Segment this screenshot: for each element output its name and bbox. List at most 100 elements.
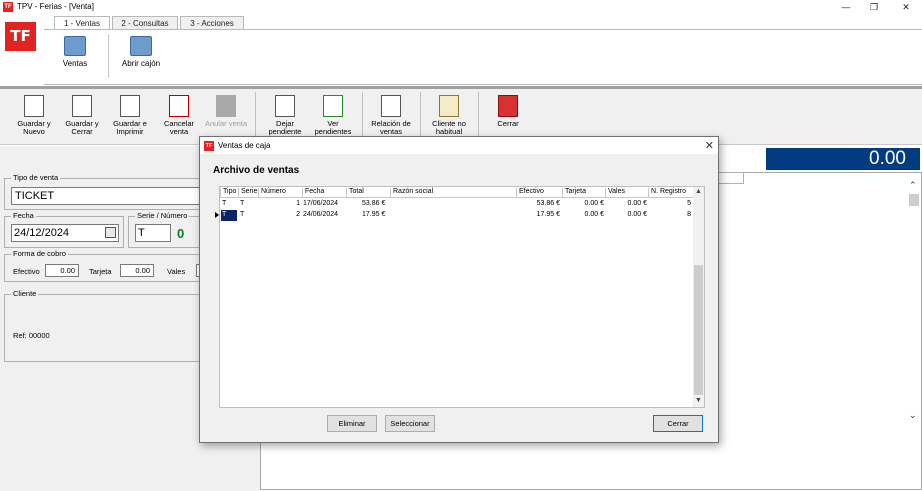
- scroll-up-icon[interactable]: ▲: [695, 188, 702, 195]
- toolbar-separator: [478, 92, 479, 140]
- sales-grid[interactable]: Tipo Serie Número Fecha Total Razón soci…: [215, 186, 705, 408]
- forma-cobro-group: Forma de cobro Efectivo 0.00 Tarjeta 0.0…: [4, 249, 204, 282]
- dialog-app-icon: TF: [204, 141, 214, 151]
- tab-consultas[interactable]: 2 - Consultas: [112, 16, 178, 30]
- numero-value: 0: [177, 226, 185, 241]
- minimize-button[interactable]: —: [836, 1, 856, 13]
- tarjeta-field[interactable]: 0.00: [120, 264, 154, 277]
- close-icon: [498, 95, 518, 117]
- cell-tarjeta: 0.00 €: [584, 200, 604, 207]
- ver-pendientes-button[interactable]: Ver pendientes: [308, 95, 358, 136]
- dialog-cerrar-button[interactable]: Cerrar: [653, 415, 703, 432]
- restore-button[interactable]: ❐: [864, 1, 884, 13]
- cell-fecha: 17/06/2024: [303, 200, 339, 207]
- ventas-de-caja-dialog: TF Ventas de caja ✕ Archivo de ventas Ti…: [199, 136, 719, 443]
- col-numero[interactable]: Número: [258, 188, 302, 198]
- ventas-label: Ventas: [62, 59, 88, 68]
- serie-label: Serie / Número: [135, 211, 190, 220]
- btn-label: Anular venta: [204, 119, 248, 128]
- app-logo: TF: [5, 22, 36, 51]
- dialog-titlebar: TF Ventas de caja ✕: [200, 137, 718, 154]
- cell-efectivo: 17.95 €: [536, 211, 560, 218]
- ribbon-body: Ventas Abrir cajón: [44, 29, 922, 85]
- forma-cobro-label: Forma de cobro: [11, 249, 68, 258]
- void-icon: [216, 95, 236, 117]
- close-window-button[interactable]: ✕: [896, 1, 916, 13]
- btn-label: Imprimir: [116, 127, 144, 136]
- col-n-registro[interactable]: N. Registro: [648, 188, 694, 198]
- calendar-icon[interactable]: [105, 227, 116, 238]
- tarjeta-label: Tarjeta: [89, 267, 112, 276]
- col-razon-social[interactable]: Razón social: [390, 188, 516, 198]
- scroll-down-icon[interactable]: ▼: [695, 397, 702, 404]
- dejar-pendiente-button[interactable]: Dejar pendiente: [260, 95, 310, 136]
- toolbar-separator: [255, 92, 256, 140]
- guardar-imprimir-button[interactable]: Guardar e Imprimir: [105, 95, 155, 136]
- scroll-thumb[interactable]: [909, 194, 919, 206]
- col-total[interactable]: Total: [346, 188, 390, 198]
- btn-label: pendiente: [268, 127, 302, 136]
- table-row[interactable]: T T 1 17/06/2024 53.86 € 53.86 € 0.00 € …: [220, 199, 694, 210]
- cell-fecha: 24/06/2024: [303, 211, 339, 218]
- col-fecha[interactable]: Fecha: [302, 188, 346, 198]
- btn-label: venta: [169, 127, 189, 136]
- dialog-close-icon[interactable]: ✕: [705, 139, 714, 152]
- cell-total: 17.95 €: [362, 211, 386, 218]
- abrir-cajon-button[interactable]: Abrir cajón: [120, 36, 162, 68]
- tab-acciones[interactable]: 3 - Acciones: [180, 16, 244, 30]
- cell-n-registro: 8: [687, 211, 691, 218]
- guardar-nuevo-button[interactable]: Guardar y Nuevo: [9, 95, 59, 136]
- serie-group: Serie / Número T 0: [128, 211, 208, 248]
- scroll-down-icon[interactable]: ⌄: [909, 410, 917, 421]
- cell-tipo: T: [222, 200, 227, 207]
- app-icon: TF: [3, 2, 13, 12]
- cliente-label: Cliente: [11, 289, 39, 298]
- selected-cell[interactable]: T: [221, 210, 237, 221]
- scroll-thumb[interactable]: [694, 265, 703, 395]
- save-icon: [24, 95, 44, 117]
- fecha-value: 24/12/2024: [14, 227, 70, 239]
- col-tarjeta[interactable]: Tarjeta: [562, 188, 605, 198]
- cerrar-button[interactable]: Cerrar: [483, 95, 533, 128]
- dialog-heading: Archivo de ventas: [213, 165, 300, 176]
- toolbar-separator: [420, 92, 421, 140]
- save-close-icon: [72, 95, 92, 117]
- grid-scrollbar[interactable]: ▲ ▼: [693, 187, 704, 407]
- table-row[interactable]: T T 2 24/06/2024 17.95 € 17.95 € 0.00 € …: [215, 210, 694, 221]
- cell-vales: 0.00 €: [627, 200, 647, 207]
- cell-n-registro: 5: [687, 200, 691, 207]
- efectivo-field[interactable]: 0.00: [45, 264, 79, 277]
- printer-icon: [120, 95, 140, 117]
- btn-label: habitual: [435, 127, 463, 136]
- pending-icon: [275, 95, 295, 117]
- fecha-label: Fecha: [11, 211, 36, 220]
- fecha-field[interactable]: 24/12/2024: [11, 224, 119, 242]
- lines-scrollbar[interactable]: ⌃ ⌄: [907, 180, 921, 425]
- window-title: TPV - Ferias - [Venta]: [17, 2, 94, 11]
- anular-venta-button[interactable]: Anular venta: [201, 95, 251, 128]
- col-tipo[interactable]: Tipo: [220, 188, 238, 198]
- cell-serie: T: [240, 211, 245, 218]
- document-list-icon: [381, 95, 401, 117]
- cell-serie: T: [240, 200, 245, 207]
- cell-vales: 0.00 €: [627, 211, 647, 218]
- col-vales[interactable]: Vales: [605, 188, 648, 198]
- cancel-document-icon: [169, 95, 189, 117]
- abrir-cajon-label: Abrir cajón: [121, 59, 161, 68]
- cliente-group: Cliente Ref: 00000: [4, 289, 204, 362]
- relacion-ventas-button[interactable]: Relación de ventas: [366, 95, 416, 136]
- serie-field[interactable]: T: [135, 224, 171, 242]
- cash-drawer-icon: [130, 36, 152, 56]
- cancelar-venta-button[interactable]: Cancelar venta: [154, 95, 204, 136]
- col-serie[interactable]: Serie: [238, 188, 258, 198]
- guardar-cerrar-button[interactable]: Guardar y Cerrar: [57, 95, 107, 136]
- ribbon-separator: [108, 34, 109, 78]
- eliminar-button[interactable]: Eliminar: [327, 415, 377, 432]
- cliente-no-habitual-button[interactable]: Cliente no habitual: [424, 95, 474, 136]
- ventas-button[interactable]: Ventas: [60, 36, 90, 68]
- cell-tipo: T: [222, 211, 227, 218]
- col-efectivo[interactable]: Efectivo: [516, 188, 562, 198]
- seleccionar-button[interactable]: Seleccionar: [385, 415, 435, 432]
- total-display: 0.00: [766, 148, 920, 170]
- scroll-up-icon[interactable]: ⌃: [909, 180, 917, 191]
